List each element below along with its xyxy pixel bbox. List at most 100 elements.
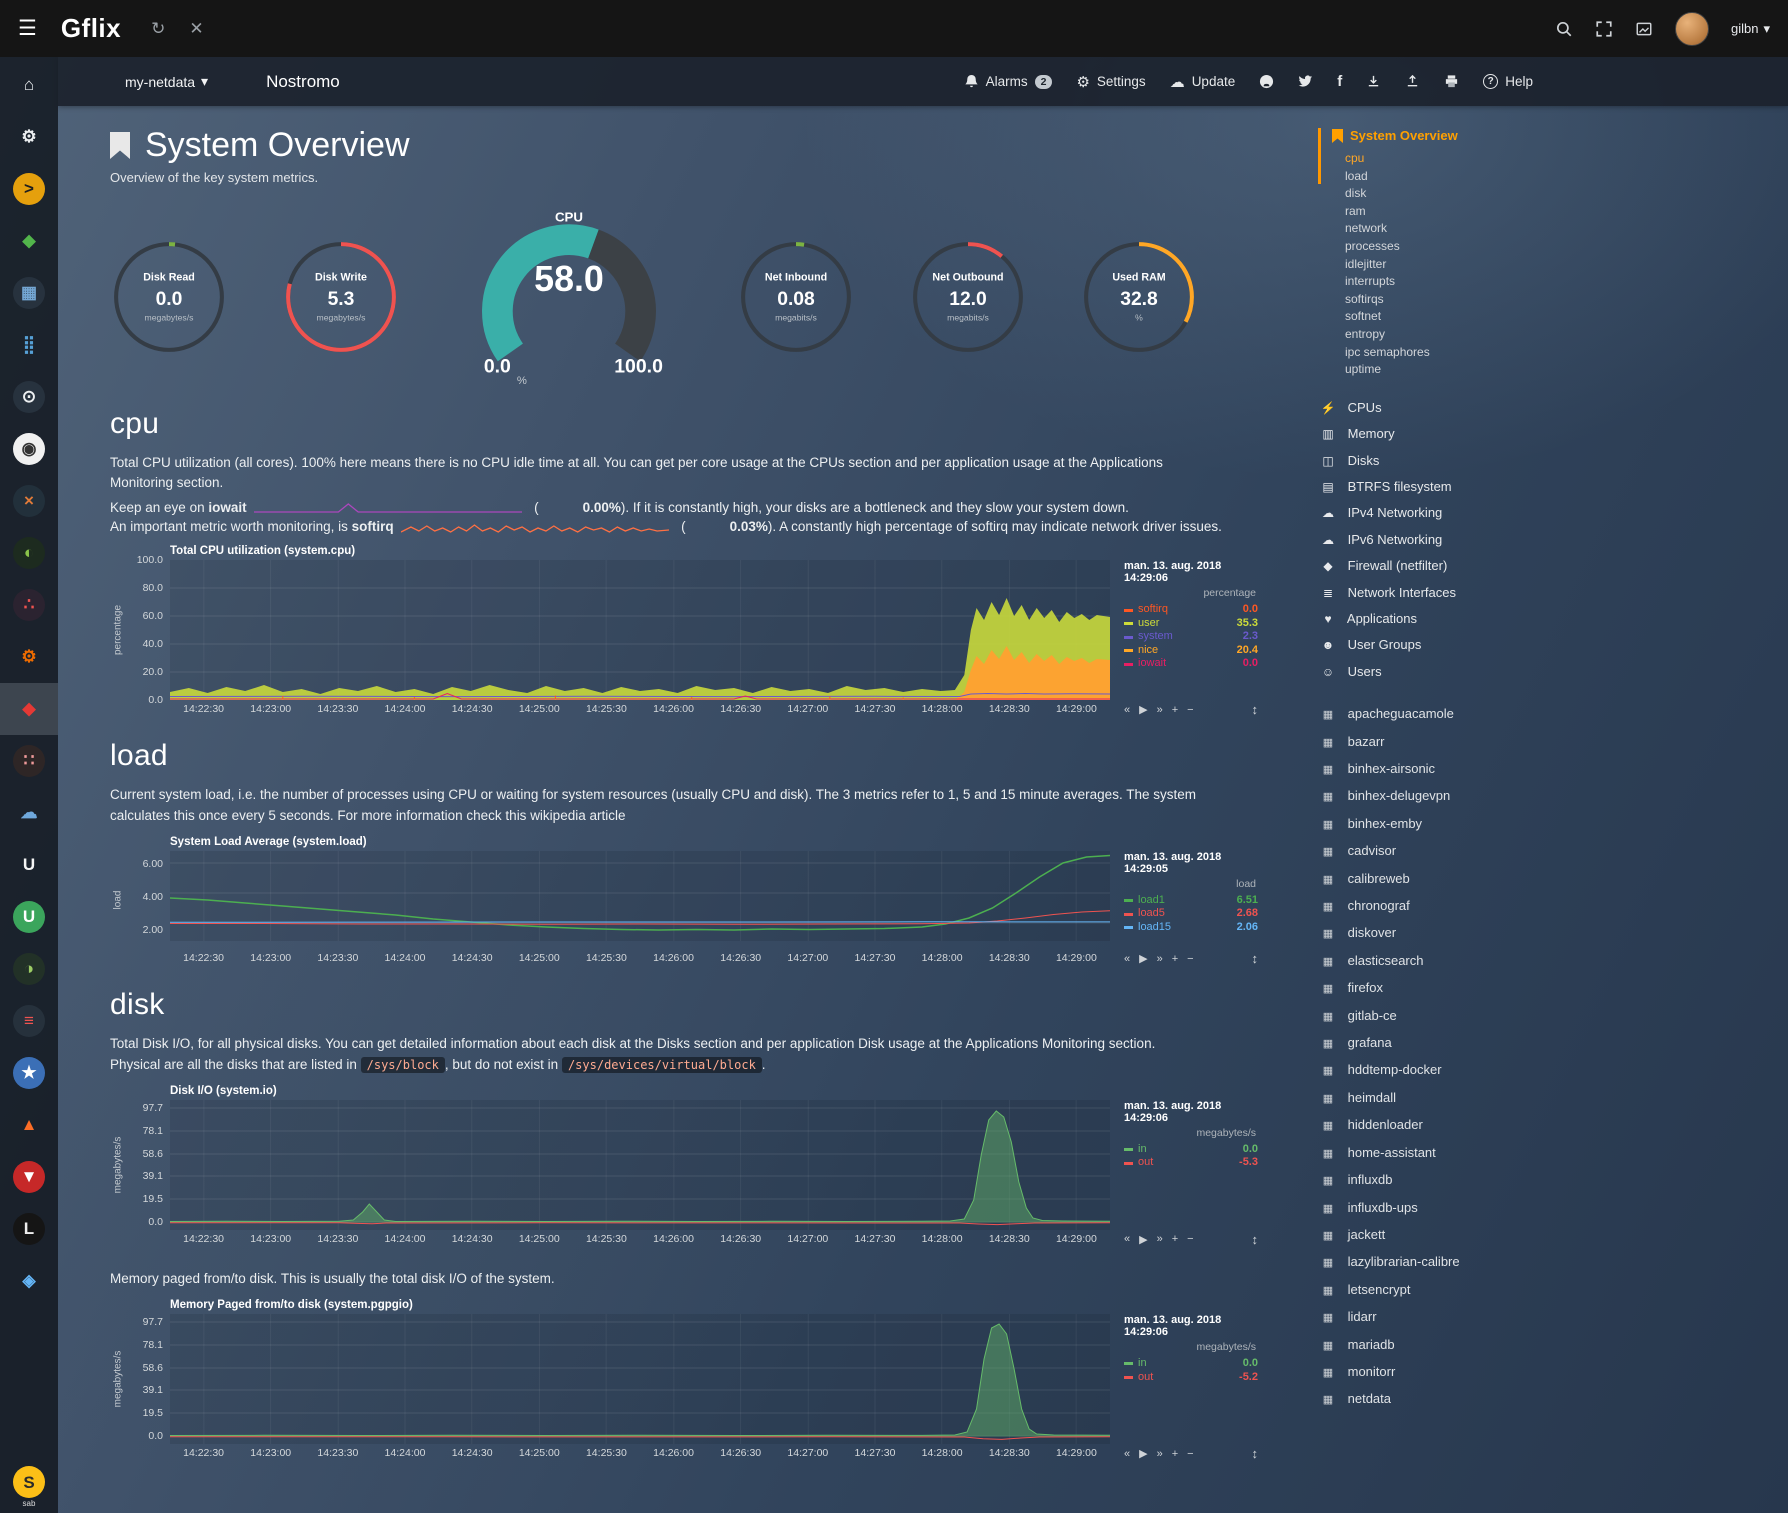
menu-subitem[interactable]: softnet bbox=[1345, 308, 1780, 326]
gauge-net-outbound[interactable]: Net Outbound 12.0 megabits/s bbox=[909, 238, 1029, 356]
play-button[interactable]: ▶ bbox=[1139, 952, 1147, 965]
gauge-disk-read[interactable]: Disk Read 0.0 megabytes/s bbox=[110, 238, 230, 356]
zoom-out-button[interactable]: − bbox=[1187, 1233, 1193, 1245]
memory-paged-plot-area[interactable] bbox=[170, 1314, 1110, 1444]
legend-item[interactable]: load15 2.06 bbox=[1124, 921, 1258, 935]
pan-backward-button[interactable]: « bbox=[1124, 1233, 1130, 1245]
menu-subitem[interactable]: uptime bbox=[1345, 361, 1780, 379]
app-radarr[interactable]: ◉ bbox=[0, 423, 58, 475]
app-ombi[interactable]: ◐ bbox=[0, 527, 58, 579]
legend-item[interactable]: load1 6.51 bbox=[1124, 894, 1258, 908]
menu-cgroup-item[interactable]: ▦ heimdall bbox=[1318, 1085, 1780, 1112]
app-bazarr[interactable]: ∷ bbox=[0, 735, 58, 787]
twitter-button[interactable] bbox=[1298, 74, 1313, 89]
menu-cgroup-item[interactable]: ▦ calibreweb bbox=[1318, 866, 1780, 893]
menu-cgroup-item[interactable]: ▦ firefox bbox=[1318, 975, 1780, 1002]
menu-cgroup-item[interactable]: ▦ gitlab-ce bbox=[1318, 1003, 1780, 1030]
load-chart[interactable]: System Load Average (system.load) load 6… bbox=[110, 836, 1258, 965]
resize-handle[interactable]: ↕ bbox=[1252, 951, 1259, 966]
app-docker[interactable]: ▦ bbox=[0, 267, 58, 319]
legend-item[interactable]: in 0.0 bbox=[1124, 1357, 1258, 1371]
gauge-disk-write[interactable]: Disk Write 5.3 megabytes/s bbox=[282, 238, 402, 356]
menu-section[interactable]: ▤ BTRFS filesystem bbox=[1318, 474, 1780, 500]
print-button[interactable] bbox=[1444, 74, 1459, 89]
menu-section[interactable]: ☁ IPv4 Networking bbox=[1318, 500, 1780, 526]
images-icon[interactable] bbox=[1635, 20, 1653, 38]
legend-item[interactable]: out -5.3 bbox=[1124, 1156, 1258, 1170]
menu-cgroup-item[interactable]: ▦ binhex-emby bbox=[1318, 811, 1780, 838]
app-airsonic[interactable]: ⣿ bbox=[0, 319, 58, 371]
disk-plot-area[interactable] bbox=[170, 1100, 1110, 1230]
memory-paged-chart[interactable]: Memory Paged from/to disk (system.pgpgio… bbox=[110, 1299, 1258, 1459]
avatar[interactable] bbox=[1675, 12, 1709, 46]
load-plot-area[interactable] bbox=[170, 851, 1110, 941]
app-netdata[interactable]: ◆ bbox=[0, 683, 58, 735]
zoom-out-button[interactable]: − bbox=[1187, 953, 1193, 965]
server-dropdown[interactable]: my-netdata▾ bbox=[125, 73, 208, 90]
app-traefik[interactable]: ≡ bbox=[0, 995, 58, 1047]
app-deluge[interactable]: ◑ bbox=[0, 943, 58, 995]
legend-item[interactable]: softirq 0.0 bbox=[1124, 603, 1258, 617]
menu-section[interactable]: ≣ Network Interfaces bbox=[1318, 580, 1780, 606]
menu-section[interactable]: ◫ Disks bbox=[1318, 448, 1780, 474]
menu-subitem[interactable]: network bbox=[1345, 220, 1780, 238]
menu-cgroup-item[interactable]: ▦ apacheguacamole bbox=[1318, 701, 1780, 728]
pan-forward-button[interactable]: » bbox=[1157, 704, 1163, 716]
pan-backward-button[interactable]: « bbox=[1124, 1448, 1130, 1460]
menu-section[interactable]: ⚡ CPUs bbox=[1318, 395, 1780, 421]
menu-subitem[interactable]: load bbox=[1345, 168, 1780, 186]
menu-subitem[interactable]: softirqs bbox=[1345, 291, 1780, 309]
menu-subitem[interactable]: ram bbox=[1345, 203, 1780, 221]
hamburger-menu-icon[interactable]: ☰ bbox=[18, 16, 37, 41]
app-emby[interactable]: ◆ bbox=[0, 215, 58, 267]
cpu-plot-area[interactable] bbox=[170, 560, 1110, 700]
zoom-out-button[interactable]: − bbox=[1187, 704, 1193, 716]
legend-item[interactable]: system 2.3 bbox=[1124, 630, 1258, 644]
update-button[interactable]: ☁ Update bbox=[1170, 73, 1236, 91]
menu-cgroup-item[interactable]: ▦ jackett bbox=[1318, 1222, 1780, 1249]
export-button[interactable] bbox=[1366, 74, 1381, 89]
disk-chart[interactable]: Disk I/O (system.io) megabytes/s 97.778.… bbox=[110, 1085, 1258, 1245]
menu-subitem[interactable]: entropy bbox=[1345, 326, 1780, 344]
close-icon[interactable]: ✕ bbox=[189, 19, 203, 39]
legend-item[interactable]: in 0.0 bbox=[1124, 1143, 1258, 1157]
pan-backward-button[interactable]: « bbox=[1124, 704, 1130, 716]
app-octoprint[interactable]: ⚙ bbox=[0, 631, 58, 683]
cpu-chart[interactable]: Total CPU utilization (system.cpu) perce… bbox=[110, 545, 1258, 715]
menu-cgroup-item[interactable]: ▦ elasticsearch bbox=[1318, 948, 1780, 975]
play-button[interactable]: ▶ bbox=[1139, 703, 1147, 716]
menu-subitem[interactable]: cpu bbox=[1345, 150, 1780, 168]
play-button[interactable]: ▶ bbox=[1139, 1447, 1147, 1460]
app-duplicati[interactable]: ◈ bbox=[0, 1255, 58, 1307]
zoom-out-button[interactable]: − bbox=[1187, 1448, 1193, 1460]
app-tautulli[interactable]: ∴ bbox=[0, 579, 58, 631]
menu-cgroup-item[interactable]: ▦ hddtemp-docker bbox=[1318, 1057, 1780, 1084]
resize-handle[interactable]: ↕ bbox=[1252, 702, 1259, 717]
menu-cgroup-item[interactable]: ▦ hiddenloader bbox=[1318, 1112, 1780, 1139]
resize-handle[interactable]: ↕ bbox=[1252, 1446, 1259, 1461]
fullscreen-icon[interactable] bbox=[1595, 20, 1613, 38]
menu-section[interactable]: ☻ User Groups bbox=[1318, 632, 1780, 658]
zoom-in-button[interactable]: + bbox=[1172, 1233, 1178, 1245]
user-menu[interactable]: gilbn▾ bbox=[1731, 21, 1770, 37]
pan-forward-button[interactable]: » bbox=[1157, 1233, 1163, 1245]
menu-cgroup-item[interactable]: ▦ binhex-delugevpn bbox=[1318, 783, 1780, 810]
legend-item[interactable]: nice 20.4 bbox=[1124, 644, 1258, 658]
github-button[interactable] bbox=[1259, 74, 1274, 89]
pan-backward-button[interactable]: « bbox=[1124, 953, 1130, 965]
menu-cgroup-item[interactable]: ▦ grafana bbox=[1318, 1030, 1780, 1057]
menu-section[interactable]: ◆ Firewall (netfilter) bbox=[1318, 553, 1780, 579]
menu-cgroup-item[interactable]: ▦ influxdb bbox=[1318, 1167, 1780, 1194]
menu-cgroup-item[interactable]: ▦ mariadb bbox=[1318, 1332, 1780, 1359]
sidebar-home[interactable]: ⌂ bbox=[0, 59, 58, 111]
legend-item[interactable]: out -5.2 bbox=[1124, 1371, 1258, 1385]
resize-handle[interactable]: ↕ bbox=[1252, 1232, 1259, 1247]
pan-forward-button[interactable]: » bbox=[1157, 953, 1163, 965]
alarms-button[interactable]: Alarms 2 bbox=[964, 74, 1053, 89]
menu-system-overview[interactable]: System Overview bbox=[1332, 128, 1780, 143]
menu-cgroup-item[interactable]: ▦ diskover bbox=[1318, 920, 1780, 947]
zoom-in-button[interactable]: + bbox=[1172, 1448, 1178, 1460]
app-ubooquity[interactable]: U bbox=[0, 839, 58, 891]
menu-subitem[interactable]: ipc semaphores bbox=[1345, 344, 1780, 362]
app-plex[interactable]: > bbox=[0, 163, 58, 215]
